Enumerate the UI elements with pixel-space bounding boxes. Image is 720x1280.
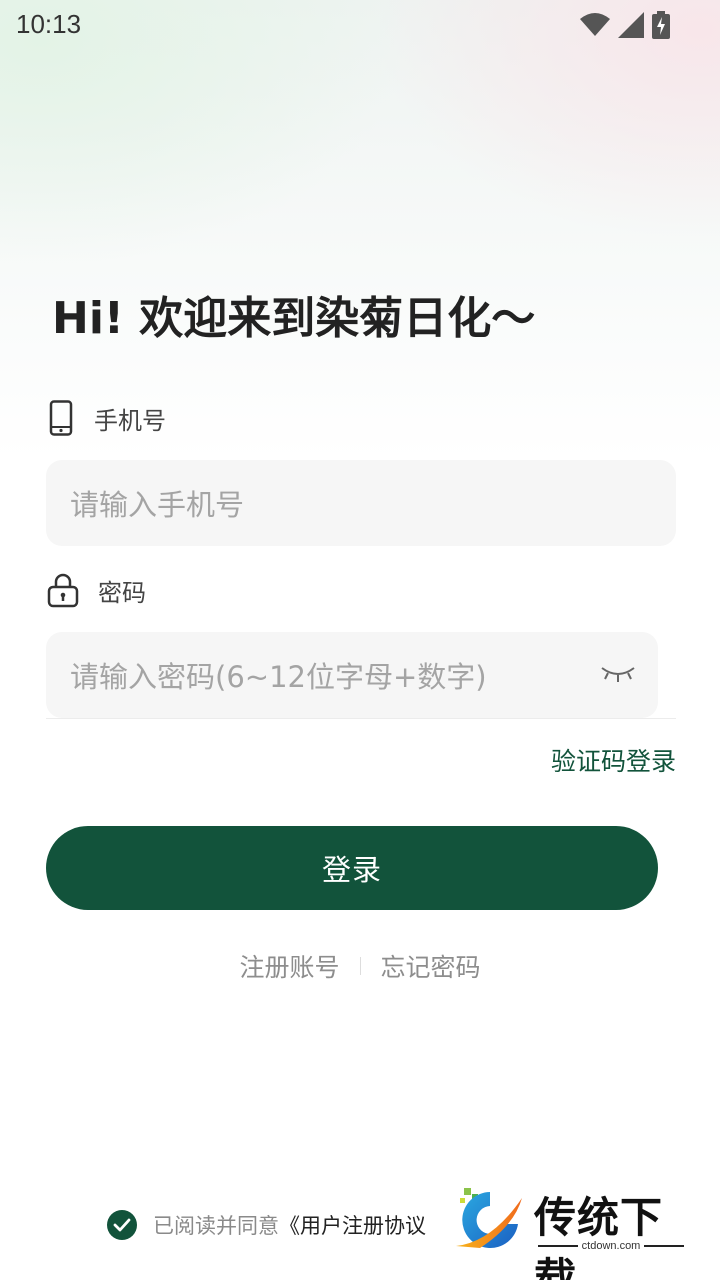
password-label-row: 密码 xyxy=(46,572,146,608)
divider xyxy=(46,718,676,719)
sms-code-login-link[interactable]: 验证码登录 xyxy=(551,742,676,778)
phone-label: 手机号 xyxy=(94,406,166,435)
signal-icon xyxy=(618,12,644,38)
status-bar: 10:13 xyxy=(0,0,720,50)
wifi-icon xyxy=(580,13,610,36)
agreement-text: 已阅读并同意 xyxy=(153,1214,279,1238)
watermark-logo-icon xyxy=(456,1188,522,1248)
battery-charging-icon xyxy=(652,11,670,39)
agreement-checkbox[interactable] xyxy=(107,1210,137,1240)
watermark-site: ctdown.com xyxy=(534,1240,688,1252)
phone-icon xyxy=(49,400,73,436)
register-link[interactable]: 注册账号 xyxy=(239,948,339,984)
phone-input[interactable]: 请输入手机号 xyxy=(46,460,676,546)
forgot-password-link[interactable]: 忘记密码 xyxy=(381,948,481,984)
phone-placeholder: 请输入手机号 xyxy=(70,488,245,522)
check-icon xyxy=(113,1218,131,1232)
password-label: 密码 xyxy=(98,578,146,607)
user-agreement-link[interactable]: 《用户注册协议 xyxy=(279,1210,426,1240)
status-icons xyxy=(580,11,670,39)
login-button[interactable]: 登录 xyxy=(46,826,658,910)
watermark-title: 传统下载 xyxy=(534,1193,664,1280)
password-placeholder: 请输入密码(6~12位字母+数字) xyxy=(70,660,487,694)
header-gradient-background xyxy=(0,0,720,460)
eye-closed-icon[interactable] xyxy=(598,662,638,686)
password-input[interactable]: 请输入密码(6~12位字母+数字) xyxy=(46,632,658,718)
page-title: Hi! 欢迎来到染菊日化～ xyxy=(52,293,536,344)
link-separator xyxy=(359,957,361,975)
status-time: 10:13 xyxy=(16,9,82,39)
watermark-logo: 传统下载 ctdown.com xyxy=(448,1182,698,1280)
phone-label-row: 手机号 xyxy=(46,400,166,436)
account-links: 注册账号 忘记密码 xyxy=(0,948,720,984)
lock-icon xyxy=(47,573,79,608)
agreement-row: 已阅读并同意 《用户注册协议 xyxy=(107,1210,426,1240)
